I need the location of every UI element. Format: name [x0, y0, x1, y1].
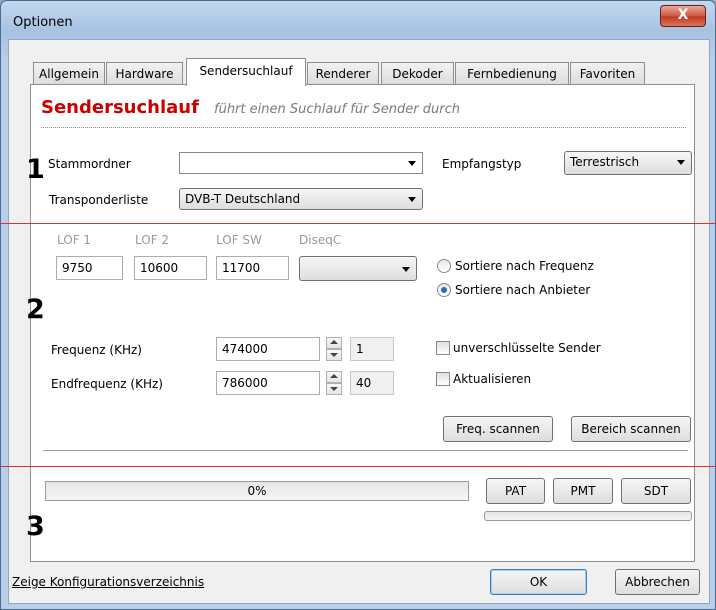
sort-frequenz-radio[interactable]: [437, 259, 451, 273]
tab-dekoder[interactable]: Dekoder: [381, 62, 454, 85]
section-number-1: 1: [26, 154, 45, 185]
window-title: Optionen: [13, 15, 73, 30]
chevron-down-icon: [408, 161, 416, 166]
frequenz-input[interactable]: 474000: [216, 337, 320, 361]
config-directory-link[interactable]: Zeige Konfigurationsverzeichnis: [12, 575, 204, 589]
tab-hardware[interactable]: Hardware: [106, 62, 183, 85]
empfangstyp-label: Empfangstyp: [442, 157, 522, 171]
cancel-label: Abbrechen: [625, 575, 690, 589]
page-title: Sendersuchlauf: [41, 97, 199, 118]
tab-fernbedienung[interactable]: Fernbedienung: [455, 62, 569, 85]
sort-frequenz-label: Sortiere nach Frequenz: [455, 259, 594, 273]
spin-up-icon[interactable]: [326, 337, 342, 349]
diseqc-dropdown[interactable]: [299, 256, 417, 281]
frequenz-stepper[interactable]: [326, 337, 342, 361]
sort-anbieter-radio[interactable]: [437, 283, 451, 297]
sdt-button[interactable]: SDT: [621, 478, 691, 504]
annotation-line-bottom: [0, 466, 716, 467]
tab-label: Renderer: [315, 67, 371, 81]
spin-up-icon[interactable]: [326, 371, 342, 383]
chevron-down-icon: [402, 267, 410, 272]
dialog-client-area: Allgemein Hardware Sendersuchlauf Render…: [8, 39, 710, 604]
aktualisieren-label: Aktualisieren: [453, 372, 532, 386]
chevron-down-icon: [677, 160, 685, 165]
tab-label: Dekoder: [392, 67, 443, 81]
pmt-button[interactable]: PMT: [553, 478, 613, 504]
pat-label: PAT: [504, 484, 527, 498]
tab-favoriten[interactable]: Favoriten: [570, 62, 645, 85]
lof2-label: LOF 2: [135, 233, 170, 247]
lof2-input[interactable]: 10600: [134, 256, 207, 280]
endfrequenz-label: Endfrequenz (KHz): [51, 377, 163, 391]
empfangstyp-dropdown[interactable]: Terrestrisch: [564, 151, 692, 175]
diseqc-label: DiseqC: [299, 233, 342, 247]
page-subtitle: führt einen Suchlauf für Sender durch: [214, 102, 460, 117]
options-window: Optionen X Allgemein Hardware Sendersuch…: [0, 0, 716, 610]
stammordner-label: Stammordner: [48, 157, 131, 171]
unverschluesselt-checkbox[interactable]: [436, 341, 450, 355]
aktualisieren-checkbox[interactable]: [436, 372, 450, 386]
tab-label: Sendersuchlauf: [199, 64, 293, 78]
close-button[interactable]: X: [660, 5, 706, 27]
endfrequenz-channel: 40: [350, 371, 394, 395]
tab-renderer[interactable]: Renderer: [307, 62, 379, 85]
lofsw-label: LOF SW: [216, 233, 262, 247]
pat-button[interactable]: PAT: [486, 478, 545, 504]
pmt-label: PMT: [570, 484, 596, 498]
header-divider: [41, 127, 686, 128]
stammordner-dropdown[interactable]: [179, 152, 423, 174]
tab-label: Allgemein: [39, 67, 99, 81]
section-divider: [43, 450, 688, 452]
unverschluesselt-label: unverschlüsselte Sender: [453, 341, 601, 355]
chevron-down-icon: [408, 197, 416, 202]
scan-progress-bar: 0%: [45, 481, 469, 501]
freq-scan-label: Freq. scannen: [456, 422, 540, 436]
progress-text: 0%: [247, 484, 267, 498]
secondary-progress-bar: [484, 511, 692, 521]
frequenz-channel: 1: [350, 337, 394, 361]
spin-down-icon[interactable]: [326, 349, 342, 361]
transponderliste-dropdown[interactable]: DVB-T Deutschland: [179, 188, 423, 210]
section-number-2: 2: [26, 294, 45, 325]
tab-label: Hardware: [115, 67, 174, 81]
frequenz-label: Frequenz (KHz): [51, 343, 142, 357]
transponderliste-label: Transponderliste: [49, 193, 149, 207]
sendersuchlauf-panel: Sendersuchlauf führt einen Suchlauf für …: [30, 84, 695, 562]
tab-allgemein[interactable]: Allgemein: [33, 62, 105, 85]
empfangstyp-value: Terrestrisch: [570, 155, 640, 169]
ok-label: OK: [529, 575, 548, 589]
sdt-label: SDT: [643, 484, 669, 498]
tab-label: Favoriten: [579, 67, 636, 81]
ok-button[interactable]: OK: [490, 569, 587, 595]
lofsw-input[interactable]: 11700: [216, 256, 289, 280]
tab-label: Fernbedienung: [467, 67, 557, 81]
bereich-scan-label: Bereich scannen: [581, 422, 681, 436]
endfrequenz-stepper[interactable]: [326, 371, 342, 395]
freq-scan-button[interactable]: Freq. scannen: [443, 416, 553, 442]
endfrequenz-input[interactable]: 786000: [216, 371, 320, 395]
tab-sendersuchlauf[interactable]: Sendersuchlauf: [186, 58, 306, 86]
section-number-3: 3: [26, 511, 45, 542]
spin-down-icon[interactable]: [326, 383, 342, 395]
bereich-scan-button[interactable]: Bereich scannen: [571, 416, 691, 442]
sort-anbieter-label: Sortiere nach Anbieter: [455, 283, 591, 297]
lof1-label: LOF 1: [57, 233, 92, 247]
title-bar[interactable]: Optionen X: [1, 1, 715, 39]
close-icon: X: [677, 7, 689, 23]
annotation-line-top: [0, 223, 716, 224]
transponderliste-value: DVB-T Deutschland: [185, 192, 301, 206]
cancel-button[interactable]: Abbrechen: [615, 569, 700, 595]
lof1-input[interactable]: 9750: [56, 256, 123, 280]
